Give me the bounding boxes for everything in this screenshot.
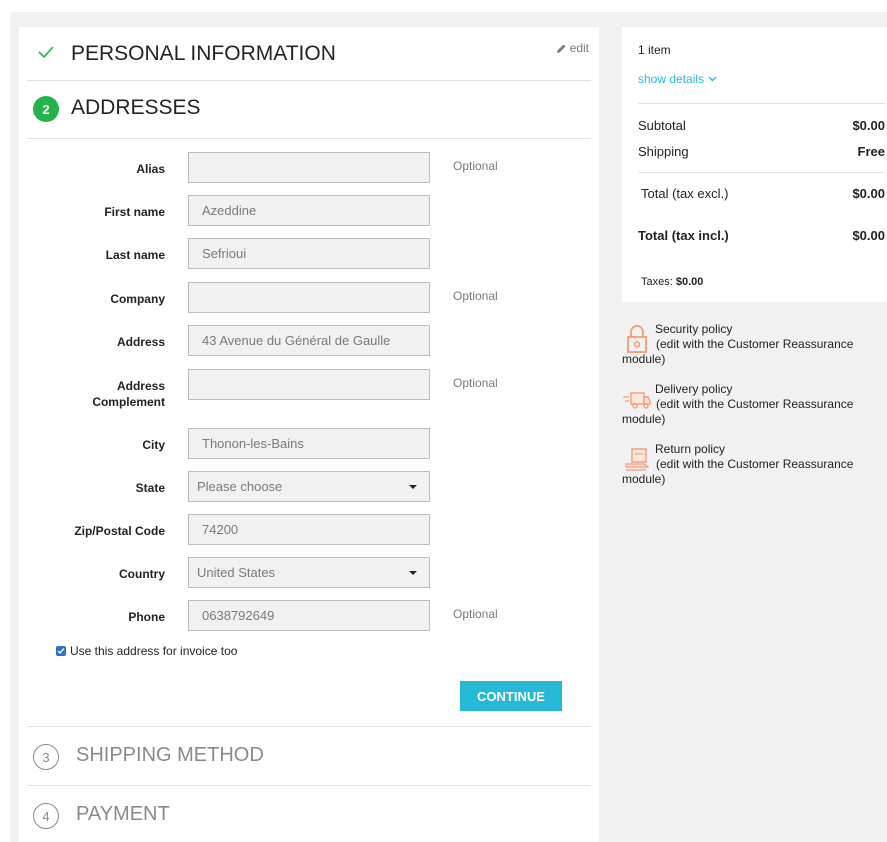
step-number-badge: 3 [33,744,59,770]
phone-input[interactable]: 0638792649 [188,600,430,631]
firstname-label: First name [104,205,165,219]
subtotal-label: Subtotal [638,118,686,133]
city-input[interactable]: Thonon-les-Bains [188,428,430,459]
country-select-value: United States [197,565,276,580]
form-row-address-complement: Address Complement Optional [19,369,599,409]
form-row-zip: Zip/Postal Code 74200 [19,514,599,546]
cart-items-count: 1 item [638,43,671,57]
taxes-value: $0.00 [675,276,704,288]
shipping-value: Free [857,144,885,159]
country-label: Country [119,567,165,581]
step-title: PERSONAL INFORMATION [71,42,336,65]
caret-down-icon [409,485,417,489]
total-excl-value: $0.00 [852,186,885,201]
reassurance-subtitle: (edit with the Customer Reassurance [656,337,854,351]
checkmark-icon [57,648,65,655]
form-row-state: State Please choose [19,471,599,503]
form-row-country: Country United States [19,557,599,589]
divider [27,726,591,727]
company-label: Company [110,292,165,306]
reassurance-delivery: Delivery policy (edit with the Customer … [622,382,887,427]
firstname-input[interactable]: Azeddine [188,195,430,226]
edit-label: edit [569,41,589,55]
total-incl-label: Total (tax incl.) [638,228,729,243]
phone-label: Phone [128,610,165,624]
step-number-badge: 4 [33,803,59,829]
optional-label: Optional [453,289,498,303]
reassurance-title: Return policy [655,442,726,456]
continue-button[interactable]: CONTINUE [460,681,562,711]
taxes-label: Taxes: [641,276,673,288]
show-details-link[interactable]: show details [638,72,717,86]
reassurance-subtitle: (edit with the Customer Reassurance [656,397,854,411]
lastname-input[interactable]: Sefrioui [188,238,430,269]
show-details-label: show details [638,72,705,86]
reassurance-subtitle-cont: module) [622,412,666,426]
reassurance-subtitle: (edit with the Customer Reassurance [656,457,854,471]
invoice-checkbox[interactable] [56,646,66,656]
optional-label: Optional [453,376,498,390]
total-excl-label: Total (tax excl.) [641,186,729,201]
step-title: ADDRESSES [71,96,201,119]
reassurance-subtitle-cont: module) [622,472,666,486]
checkout-steps: PERSONAL INFORMATION edit 2 ADDRESSES Al… [19,27,599,842]
optional-label: Optional [453,607,498,621]
form-row-alias: Alias Optional [19,152,599,184]
address-complement-label-line1: Address [116,379,165,393]
lastname-label: Last name [105,248,165,262]
alias-label: Alias [136,162,165,176]
address-input[interactable]: 43 Avenue du Général de Gaulle [188,325,430,356]
edit-link[interactable]: edit [556,41,589,55]
form-row-company: Company Optional [19,282,599,314]
reassurance-return: Return policy (edit with the Customer Re… [622,442,887,487]
optional-label: Optional [453,159,498,173]
divider [638,103,885,104]
form-row-phone: Phone 0638792649 Optional [19,600,599,632]
state-select-value: Please choose [197,479,283,494]
divider [27,138,591,139]
state-label: State [135,481,165,495]
reassurance-subtitle-cont: module) [622,352,666,366]
reassurance-security: Security policy (edit with the Customer … [622,322,887,367]
subtotal-value: $0.00 [852,118,885,133]
check-icon [38,46,54,59]
address-complement-label-line2: Complement [92,395,165,409]
alias-input[interactable] [188,152,430,183]
invoice-checkbox-row[interactable]: Use this address for invoice too [56,644,237,658]
cart-summary: 1 item show details Subtotal $0.00 Shipp… [622,27,887,302]
company-input[interactable] [188,282,430,313]
divider [638,172,885,173]
taxes-row: Taxes: $0.00 [641,276,703,288]
address-complement-label: Address Complement [92,378,165,410]
address-label: Address [116,335,165,349]
form-row-firstname: First name Azeddine [19,195,599,227]
divider [27,80,591,81]
step-title: PAYMENT [76,803,170,825]
step-title: SHIPPING METHOD [76,744,264,766]
step-number-badge: 2 [33,96,59,122]
total-incl-value: $0.00 [852,228,885,243]
lock-icon [627,325,647,353]
caret-down-icon [409,571,417,575]
divider [27,785,591,786]
shipping-label: Shipping [638,144,689,159]
reassurance-title: Security policy [655,322,733,336]
form-row-lastname: Last name Sefrioui [19,238,599,270]
chevron-down-icon [708,76,717,82]
form-row-city: City Thonon-les-Bains [19,428,599,460]
state-select[interactable]: Please choose [188,471,430,502]
pencil-icon [556,44,566,53]
zip-label: Zip/Postal Code [74,524,165,538]
return-box-icon [625,448,650,471]
truck-icon [623,392,651,409]
country-select[interactable]: United States [188,557,430,588]
invoice-checkbox-label: Use this address for invoice too [70,644,238,658]
city-label: City [142,438,165,452]
reassurance-title: Delivery policy [655,382,733,396]
zip-input[interactable]: 74200 [188,514,430,545]
address-complement-input[interactable] [188,369,430,400]
form-row-address: Address 43 Avenue du Général de Gaulle [19,325,599,357]
